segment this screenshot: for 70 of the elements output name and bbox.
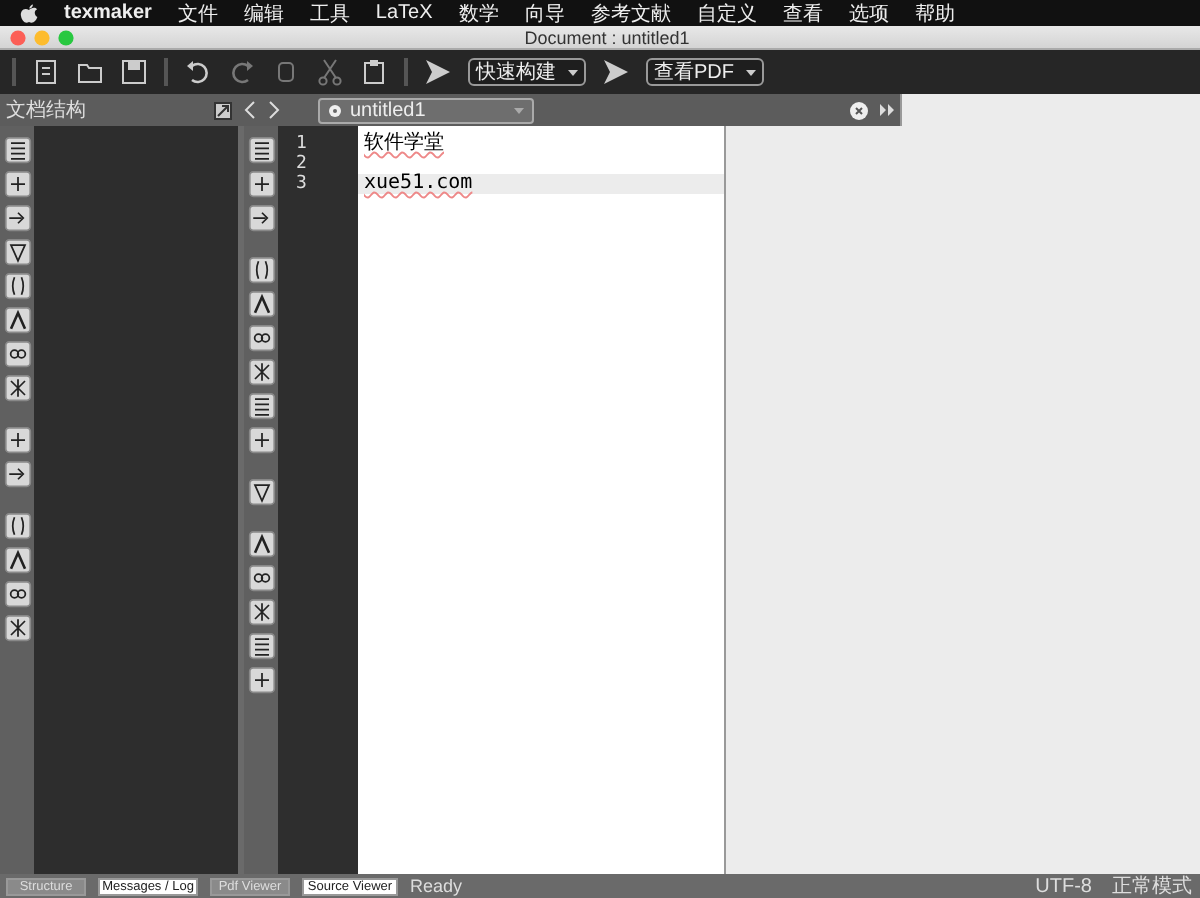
symbol-icon[interactable] xyxy=(3,170,31,198)
menu-item[interactable]: 选项 xyxy=(848,0,889,27)
format-icon[interactable] xyxy=(247,358,275,386)
menu-item[interactable]: 参考文献 xyxy=(590,0,671,27)
play-arrow-icon[interactable] xyxy=(602,58,630,86)
redo-icon[interactable] xyxy=(228,58,256,86)
scissors-icon[interactable] xyxy=(316,58,344,86)
panel-title: 文档结构 xyxy=(6,97,86,124)
menu-item[interactable]: 向导 xyxy=(524,0,565,27)
format-icon[interactable] xyxy=(247,478,275,506)
symbol-icon[interactable] xyxy=(3,238,31,266)
symbol-icon[interactable] xyxy=(3,546,31,574)
folder-icon[interactable] xyxy=(76,58,104,86)
menu-item[interactable]: 帮助 xyxy=(914,0,955,27)
symbol-icon[interactable] xyxy=(3,306,31,334)
close-icon[interactable] xyxy=(850,101,868,119)
menu-item[interactable]: 数学 xyxy=(458,0,499,27)
format-icon[interactable] xyxy=(247,392,275,420)
format-icon[interactable] xyxy=(247,666,275,694)
line-number: 1 xyxy=(294,134,309,154)
format-icon[interactable] xyxy=(247,256,275,284)
format-icon[interactable] xyxy=(247,204,275,232)
format-icon[interactable] xyxy=(247,632,275,660)
symbol-icon[interactable] xyxy=(3,272,31,300)
save-icon[interactable] xyxy=(120,58,148,86)
symbol-icon[interactable] xyxy=(3,136,31,164)
symbol-icon[interactable] xyxy=(3,204,31,232)
app-name[interactable]: texmaker xyxy=(64,2,152,24)
code-line: 软件学堂 xyxy=(364,134,444,154)
document-tab[interactable]: untitled1 xyxy=(318,97,534,123)
caret-icon xyxy=(514,107,524,113)
format-icon[interactable] xyxy=(247,324,275,352)
format-icon[interactable] xyxy=(247,598,275,626)
caret-icon xyxy=(568,69,578,75)
caret-icon xyxy=(746,69,756,75)
detach-icon[interactable] xyxy=(214,101,232,119)
line-number: 2 xyxy=(294,154,309,174)
view-dropdown[interactable]: 查看PDF xyxy=(646,58,764,86)
format-icon[interactable] xyxy=(247,170,275,198)
line-number: 3 xyxy=(294,174,309,194)
symbol-icon[interactable] xyxy=(3,580,31,608)
encoding-label: UTF-8 xyxy=(1035,875,1092,897)
undo-icon[interactable] xyxy=(184,58,212,86)
menu-item[interactable]: 工具 xyxy=(309,0,350,27)
build-dropdown[interactable]: 快速构建 xyxy=(468,58,586,86)
format-icon[interactable] xyxy=(247,564,275,592)
symbol-icon[interactable] xyxy=(3,614,31,642)
status-message: Ready xyxy=(410,876,463,896)
new-document-icon[interactable] xyxy=(32,58,60,86)
play-arrow-icon[interactable] xyxy=(424,58,452,86)
code-line: xue51.com xyxy=(364,174,473,194)
apple-icon xyxy=(20,3,38,23)
symbol-icon[interactable] xyxy=(3,340,31,368)
symbol-icon[interactable] xyxy=(3,426,31,454)
window-title: Document : untitled1 xyxy=(522,27,692,47)
symbol-icon[interactable] xyxy=(3,460,31,488)
double-chevron-icon[interactable] xyxy=(880,104,894,116)
symbol-icon[interactable] xyxy=(3,374,31,402)
menu-item[interactable]: 自定义 xyxy=(696,0,757,27)
menu-item[interactable]: LaTeX xyxy=(375,2,433,24)
symbol-icon[interactable] xyxy=(3,512,31,540)
menu-item[interactable]: 文件 xyxy=(177,0,218,27)
mode-label: 正常模式 xyxy=(1112,873,1192,898)
menu-item[interactable]: 编辑 xyxy=(243,0,284,27)
format-icon[interactable] xyxy=(247,290,275,318)
format-icon[interactable] xyxy=(247,530,275,558)
menu-item[interactable]: 查看 xyxy=(782,0,823,27)
format-icon[interactable] xyxy=(247,426,275,454)
format-icon[interactable] xyxy=(247,136,275,164)
paste-icon[interactable] xyxy=(360,58,388,86)
